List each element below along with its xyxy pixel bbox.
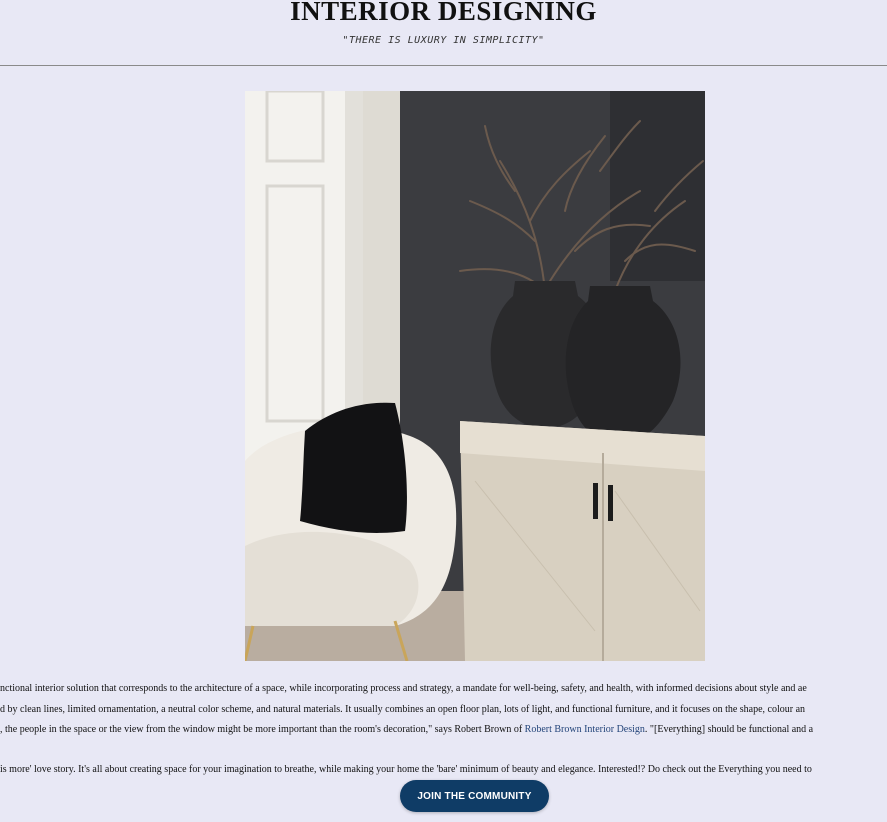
article-line-4: is more' love story. It's all about crea… <box>0 764 812 775</box>
interior-photo-illustration <box>245 91 705 661</box>
article-line-3-post: . "[Everything] should be functional and… <box>644 724 814 735</box>
tagline: "THERE IS LUXURY IN SIMPLICITY" <box>342 35 545 46</box>
article-line-2: d by clean lines, limited ornamentation,… <box>0 704 806 715</box>
article-body: nctional interior solution that correspo… <box>0 680 887 780</box>
page-title: INTERIOR DESIGNING <box>290 0 597 26</box>
article-line-1: nctional interior solution that correspo… <box>0 683 807 694</box>
article-line-3: , the people in the space or the view fr… <box>0 723 813 737</box>
article-line-3-pre: , the people in the space or the view fr… <box>0 724 525 735</box>
join-community-button[interactable]: JOIN THE COMMUNITY <box>400 780 549 812</box>
hero-image <box>245 91 705 661</box>
header-divider <box>0 65 887 66</box>
robert-brown-link[interactable]: Robert Brown Interior Design <box>525 724 645 735</box>
